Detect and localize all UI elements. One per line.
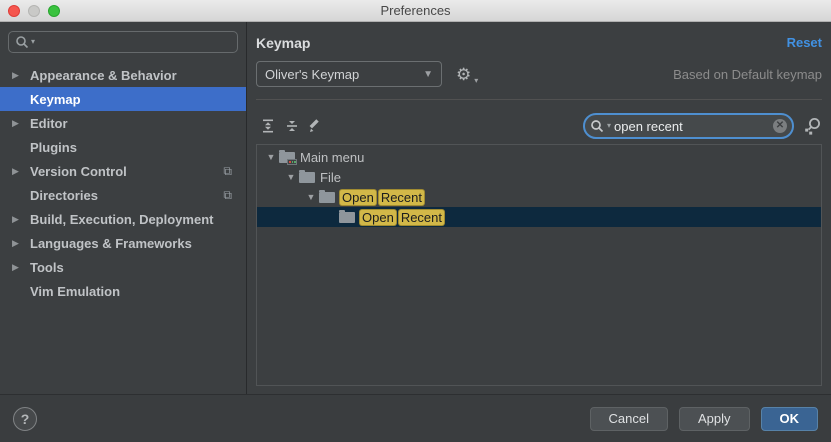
sidebar-item-label: Build, Execution, Deployment xyxy=(30,212,213,227)
search-match-highlight: Open xyxy=(360,210,396,225)
sidebar-item-directories[interactable]: Directories ⧉ xyxy=(0,183,246,207)
keymap-action-tree: ▼Main menu▼File▼OpenRecentOpenRecent xyxy=(256,144,822,386)
expand-arrow-icon[interactable]: ▶ xyxy=(12,166,30,177)
search-match-highlight: Recent xyxy=(379,190,424,205)
gear-dropdown-arrow-icon: ▾ xyxy=(474,77,478,85)
sidebar-item-tools[interactable]: ▶Tools xyxy=(0,255,246,279)
tree-row-open-recent[interactable]: ▼ OpenRecent xyxy=(257,187,821,207)
dialog-footer: ? Cancel Apply OK xyxy=(0,394,831,442)
cancel-button[interactable]: Cancel xyxy=(590,407,668,431)
sidebar-item-languages-frameworks[interactable]: ▶Languages & Frameworks xyxy=(0,231,246,255)
search-match-highlight: Open xyxy=(340,190,376,205)
search-match-highlight: Recent xyxy=(399,210,444,225)
titlebar: Preferences xyxy=(0,0,831,22)
settings-category-list: ▶Appearance & BehaviorKeymap▶EditorPlugi… xyxy=(0,63,246,303)
search-options-arrow-icon: ▾ xyxy=(607,122,611,130)
sidebar-item-label: Keymap xyxy=(30,92,81,107)
settings-search-input[interactable] xyxy=(37,35,231,50)
header-separator xyxy=(256,99,822,100)
sidebar-item-plugins[interactable]: Plugins xyxy=(0,135,246,159)
help-button[interactable]: ? xyxy=(13,407,37,431)
shared-settings-icon: ⧉ xyxy=(223,165,232,177)
tree-row-open-recent[interactable]: OpenRecent xyxy=(257,207,821,227)
expand-arrow-icon[interactable]: ▶ xyxy=(12,262,30,273)
find-by-shortcut-icon xyxy=(802,116,822,136)
window-title: Preferences xyxy=(0,0,831,21)
sidebar-item-label: Editor xyxy=(30,116,68,131)
expand-all-button[interactable] xyxy=(256,115,280,137)
based-on-label: Based on Default keymap xyxy=(673,67,822,82)
collapse-arrow-icon[interactable]: ▼ xyxy=(303,192,319,202)
keymap-select[interactable]: Oliver's Keymap ▼ xyxy=(256,61,442,87)
sidebar-item-keymap[interactable]: Keymap xyxy=(0,87,246,111)
settings-search-box[interactable]: ▾ xyxy=(8,31,238,53)
folder-icon xyxy=(339,212,355,223)
preferences-window: Preferences ▾ ▶Appearance & BehaviorKeym… xyxy=(0,0,831,442)
sidebar-item-label: Plugins xyxy=(30,140,77,155)
close-window-button[interactable] xyxy=(8,5,20,17)
minimize-window-button[interactable] xyxy=(28,5,40,17)
tree-row-file[interactable]: ▼ File xyxy=(257,167,821,187)
shared-settings-icon: ⧉ xyxy=(223,189,232,201)
expand-arrow-icon[interactable]: ▶ xyxy=(12,214,30,225)
sidebar-item-editor[interactable]: ▶Editor xyxy=(0,111,246,135)
sidebar-item-label: Tools xyxy=(30,260,64,275)
search-icon xyxy=(15,35,29,49)
sidebar-item-vim-emulation[interactable]: Vim Emulation xyxy=(0,279,246,303)
tree-row-main-menu[interactable]: ▼ Main menu xyxy=(257,147,821,167)
sidebar-item-build-execution-deployment[interactable]: ▶Build, Execution, Deployment xyxy=(0,207,246,231)
folder-icon xyxy=(299,172,315,183)
action-search-input[interactable] xyxy=(614,119,770,134)
page-title: Keymap xyxy=(256,35,310,51)
search-options-arrow-icon: ▾ xyxy=(31,38,35,46)
sidebar-item-version-control[interactable]: ▶Version Control ⧉ xyxy=(0,159,246,183)
pencil-icon xyxy=(308,118,324,134)
sidebar-item-label: Version Control xyxy=(30,164,127,179)
keymap-select-value: Oliver's Keymap xyxy=(265,67,359,82)
apply-button[interactable]: Apply xyxy=(679,407,750,431)
collapse-all-icon xyxy=(284,118,300,134)
edit-shortcut-button[interactable] xyxy=(304,115,328,137)
settings-sidebar: ▾ ▶Appearance & BehaviorKeymap▶EditorPlu… xyxy=(0,22,247,394)
menu-group-icon xyxy=(279,152,295,163)
expand-arrow-icon[interactable]: ▶ xyxy=(12,118,30,129)
collapse-all-button[interactable] xyxy=(280,115,304,137)
clear-search-icon[interactable]: ✕ xyxy=(773,119,787,133)
reset-link[interactable]: Reset xyxy=(787,35,822,50)
action-search-field[interactable]: ▾ ✕ xyxy=(583,113,794,139)
sidebar-item-label: Languages & Frameworks xyxy=(30,236,192,251)
tree-row-label: Main menu xyxy=(300,150,364,165)
keymap-panel: Keymap Reset Oliver's Keymap ▼ ⚙▾ Based … xyxy=(247,22,831,394)
find-by-shortcut-button[interactable] xyxy=(802,116,822,136)
sidebar-item-appearance-behavior[interactable]: ▶Appearance & Behavior xyxy=(0,63,246,87)
expand-arrow-icon[interactable]: ▶ xyxy=(12,70,30,81)
tree-row-label: File xyxy=(320,170,341,185)
sidebar-item-label: Vim Emulation xyxy=(30,284,120,299)
expand-arrow-icon[interactable]: ▶ xyxy=(12,238,30,249)
sidebar-item-label: Appearance & Behavior xyxy=(30,68,177,83)
menu-items-overlay-icon xyxy=(287,159,297,165)
window-controls xyxy=(8,5,60,17)
folder-icon xyxy=(319,192,335,203)
expand-all-icon xyxy=(260,118,276,134)
ok-button[interactable]: OK xyxy=(761,407,819,431)
gear-icon[interactable]: ⚙▾ xyxy=(456,66,471,83)
collapse-arrow-icon[interactable]: ▼ xyxy=(263,152,279,162)
collapse-arrow-icon[interactable]: ▼ xyxy=(283,172,299,182)
search-icon xyxy=(590,119,604,133)
chevron-down-icon: ▼ xyxy=(423,69,433,80)
sidebar-item-label: Directories xyxy=(30,188,98,203)
zoom-window-button[interactable] xyxy=(48,5,60,17)
